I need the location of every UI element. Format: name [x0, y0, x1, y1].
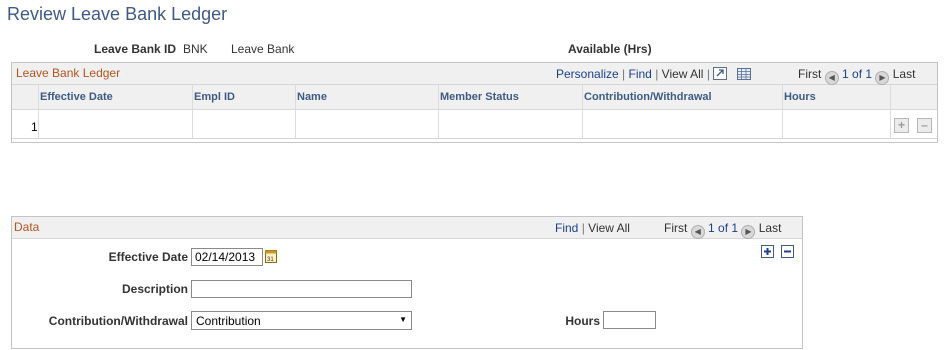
data-title: Data	[14, 220, 40, 234]
separator: |	[706, 67, 710, 81]
previous-arrow-icon[interactable]: ◀	[690, 225, 705, 239]
leave-bank-id-label: Leave Bank ID	[94, 42, 177, 56]
table-row	[12, 110, 937, 139]
add-row-button[interactable]	[761, 245, 774, 258]
column-header-effective-date[interactable]: Effective Date	[40, 91, 113, 103]
column-header-member-status[interactable]: Member Status	[440, 91, 519, 103]
column-header-empl-id[interactable]: Empl ID	[194, 91, 235, 103]
row-number: 1	[31, 120, 38, 134]
contribution-withdrawal-select[interactable]: Contribution ▼	[191, 311, 412, 330]
leave-bank-id-value: BNK	[183, 42, 208, 56]
next-arrow-icon[interactable]: ▶	[741, 225, 756, 239]
range-text: 1 of 1	[708, 221, 739, 235]
data-pager: First ◀ 1 of 1 ▶ Last	[664, 221, 781, 239]
ledger-navbar: Personalize | Find | View All |	[556, 67, 751, 83]
ledger-action-header	[891, 85, 937, 110]
data-header-bar: Data Find | View All First ◀ 1 of 1 ▶ La…	[12, 217, 802, 239]
chevron-down-icon: ▼	[399, 315, 407, 324]
zoom-icon[interactable]	[713, 67, 728, 83]
ledger-header-bar: Leave Bank Ledger Personalize | Find | V…	[12, 63, 937, 85]
leave-bank-name: Leave Bank	[231, 42, 295, 56]
select-value: Contribution	[196, 314, 261, 328]
description-label: Description	[121, 282, 188, 296]
add-row-button[interactable]: +	[894, 118, 909, 133]
data-navbar: Find | View All	[555, 221, 630, 235]
contribution-withdrawal-label: Contribution/Withdrawal	[48, 314, 188, 328]
calendar-icon[interactable]: 31	[265, 249, 277, 266]
hours-label: Hours	[565, 314, 600, 328]
hours-input[interactable]	[603, 311, 656, 329]
next-arrow-icon[interactable]: ▶	[875, 71, 890, 85]
personalize-link[interactable]: Personalize	[556, 67, 619, 81]
description-input[interactable]	[191, 280, 412, 298]
effective-date-input[interactable]	[191, 248, 263, 266]
find-link[interactable]: Find	[555, 221, 578, 235]
last-link[interactable]: Last	[759, 221, 782, 235]
column-header-name[interactable]: Name	[297, 91, 327, 103]
data-section: Data Find | View All First ◀ 1 of 1 ▶ La…	[11, 216, 803, 349]
effective-date-label: Effective Date	[108, 250, 188, 264]
find-link[interactable]: Find	[629, 67, 652, 81]
spreadsheet-icon[interactable]	[736, 68, 751, 83]
separator: |	[622, 67, 626, 81]
ledger-pager: First ◀ 1 of 1 ▶ Last	[798, 67, 915, 85]
first-link[interactable]: First	[664, 221, 687, 235]
available-hours-label: Available (Hrs)	[568, 42, 652, 56]
first-link[interactable]: First	[798, 67, 821, 81]
svg-text:31: 31	[267, 257, 274, 263]
separator: |	[655, 67, 659, 81]
page-title: Review Leave Bank Ledger	[7, 4, 228, 24]
delete-row-button[interactable]	[781, 245, 794, 258]
ledger-column-headers: Effective Date Empl ID Name Member Statu…	[12, 85, 890, 110]
leave-bank-ledger-grid: Leave Bank Ledger Personalize | Find | V…	[11, 62, 938, 143]
ledger-title: Leave Bank Ledger	[16, 66, 121, 80]
last-link[interactable]: Last	[893, 67, 916, 81]
previous-arrow-icon[interactable]: ◀	[824, 71, 839, 85]
column-header-contribution-withdrawal[interactable]: Contribution/Withdrawal	[584, 91, 712, 103]
column-header-hours[interactable]: Hours	[784, 91, 816, 103]
view-all-link[interactable]: View All	[588, 221, 630, 235]
separator: |	[581, 221, 585, 235]
range-text: 1 of 1	[842, 67, 873, 81]
view-all-link[interactable]: View All	[662, 67, 704, 81]
delete-row-button[interactable]: –	[917, 118, 932, 133]
